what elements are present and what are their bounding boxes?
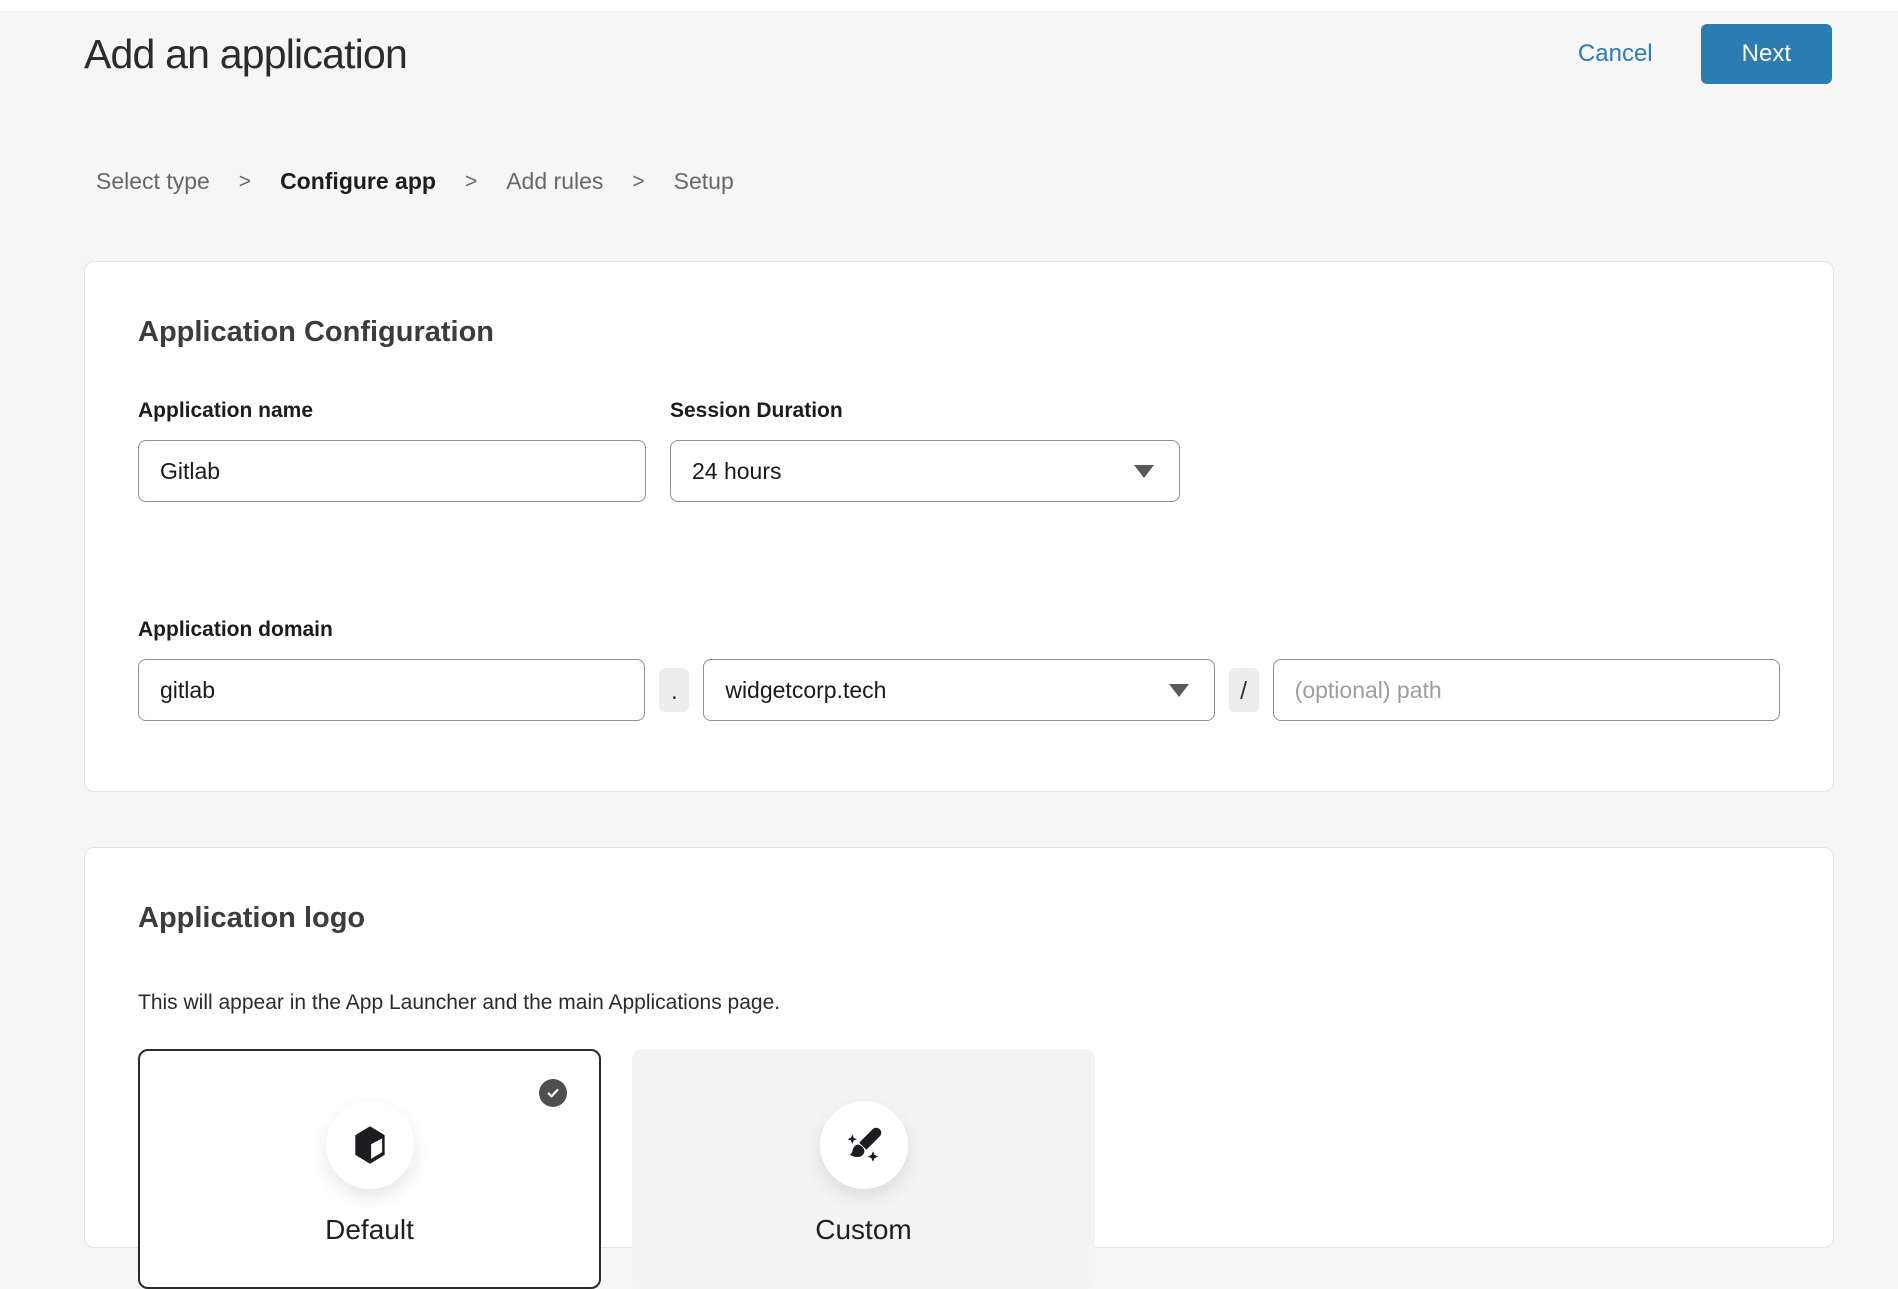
subdomain-input[interactable] — [138, 659, 645, 721]
application-name-input[interactable] — [138, 440, 646, 502]
breadcrumb-separator: > — [239, 170, 251, 194]
session-duration-value: 24 hours — [692, 458, 782, 485]
chevron-down-icon — [1169, 684, 1189, 697]
application-domain-row: . widgetcorp.tech / — [138, 659, 1780, 721]
header-actions: Cancel Next — [1578, 24, 1832, 84]
logo-option-default[interactable]: Default — [138, 1049, 601, 1289]
domain-select[interactable]: widgetcorp.tech — [703, 659, 1214, 721]
cube-icon — [348, 1123, 392, 1167]
breadcrumb: Select type > Configure app > Add rules … — [96, 168, 1898, 195]
session-duration-label: Session Duration — [670, 399, 1180, 423]
check-icon — [545, 1085, 561, 1101]
logo-options: Default Custom — [138, 1049, 1780, 1289]
application-configuration-card: Application Configuration Application na… — [84, 261, 1834, 792]
chevron-down-icon — [1134, 465, 1154, 478]
session-duration-field: Session Duration 24 hours — [670, 399, 1180, 502]
breadcrumb-step-select-type[interactable]: Select type — [96, 168, 210, 195]
page-title: Add an application — [84, 31, 407, 78]
custom-logo-circle — [820, 1101, 908, 1189]
path-input[interactable] — [1273, 659, 1780, 721]
next-button[interactable]: Next — [1701, 24, 1832, 84]
logo-option-label: Default — [325, 1214, 414, 1246]
selected-badge — [539, 1079, 567, 1107]
domain-select-value: widgetcorp.tech — [725, 677, 886, 704]
logo-option-custom[interactable]: Custom — [632, 1049, 1095, 1289]
cancel-button[interactable]: Cancel — [1578, 40, 1653, 68]
application-domain-label: Application domain — [138, 618, 1780, 642]
breadcrumb-step-add-rules[interactable]: Add rules — [506, 168, 603, 195]
breadcrumb-separator: > — [632, 170, 644, 194]
paintbrush-icon — [842, 1123, 886, 1167]
configuration-card-title: Application Configuration — [138, 316, 1780, 349]
breadcrumb-step-setup[interactable]: Setup — [674, 168, 734, 195]
top-strip — [0, 0, 1898, 11]
session-duration-select[interactable]: 24 hours — [670, 440, 1180, 502]
breadcrumb-separator: > — [465, 170, 477, 194]
logo-card-title: Application logo — [138, 902, 1780, 935]
logo-card-description: This will appear in the App Launcher and… — [138, 991, 1780, 1015]
default-logo-circle — [326, 1101, 414, 1189]
domain-slash-separator: / — [1229, 668, 1259, 712]
logo-option-label: Custom — [815, 1214, 911, 1246]
application-name-field: Application name — [138, 399, 646, 502]
page-header: Add an application Cancel Next — [0, 11, 1898, 84]
application-name-label: Application name — [138, 399, 646, 423]
name-session-row: Application name Session Duration 24 hou… — [138, 399, 1780, 502]
application-logo-card: Application logo This will appear in the… — [84, 847, 1834, 1248]
domain-dot-separator: . — [659, 668, 689, 712]
breadcrumb-step-configure-app[interactable]: Configure app — [280, 168, 436, 195]
application-domain-field: Application domain . widgetcorp.tech / — [138, 618, 1780, 721]
